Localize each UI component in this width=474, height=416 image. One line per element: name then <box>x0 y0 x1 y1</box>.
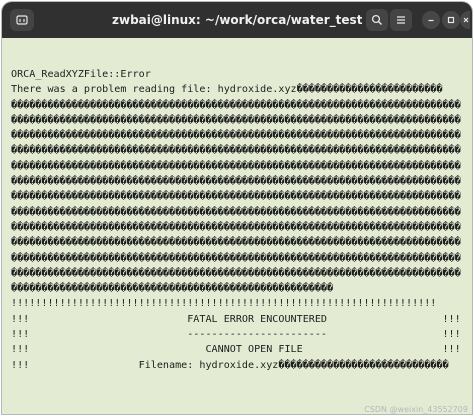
terminal-line: ����������������������������������������… <box>11 206 461 218</box>
terminal-line: ����������������������������������������… <box>11 160 461 172</box>
terminal-line: ����������������������������������������… <box>11 237 461 249</box>
minimize-button[interactable] <box>422 11 440 29</box>
terminal-line: ����������������������������������������… <box>11 191 461 203</box>
title-bar[interactable]: zwbai@linux: ~/work/orca/water_test/wate… <box>2 2 472 38</box>
terminal-window: zwbai@linux: ~/work/orca/water_test/wate… <box>2 2 472 414</box>
terminal-line: ����������������������������������������… <box>11 130 461 142</box>
search-icon <box>371 14 382 25</box>
terminal-line: ����������������������������������������… <box>11 114 461 126</box>
terminal-line: !!! Filename: hydroxide.xyz�������������… <box>11 359 449 371</box>
new-tab-button[interactable] <box>10 9 34 31</box>
terminal-line: There was a problem reading file: hydrox… <box>11 84 443 96</box>
terminal-line: ����������������������������������������… <box>11 283 334 295</box>
terminal-line: !!! CANNOT OPEN FILE !!! <box>11 344 461 356</box>
new-tab-icon <box>16 15 28 25</box>
terminal-line: !!! ----------------------- !!! <box>11 329 461 341</box>
watermark: CSDN @weixin_43552709 <box>364 405 468 414</box>
menu-button[interactable] <box>390 9 412 31</box>
search-button[interactable] <box>366 9 388 31</box>
window-title: zwbai@linux: ~/work/orca/water_test/wate… <box>112 13 362 27</box>
terminal-line: ORCA_ReadXYZFile::Error <box>11 69 151 80</box>
terminal-line: ����������������������������������������… <box>11 145 461 157</box>
terminal-line: ����������������������������������������… <box>11 99 461 111</box>
terminal-line: ����������������������������������������… <box>11 176 461 188</box>
terminal-line: !!! FATAL ERROR ENCOUNTERED !!! <box>11 313 461 325</box>
close-button[interactable] <box>460 11 470 29</box>
terminal-line: ����������������������������������������… <box>11 221 461 233</box>
terminal-line: ����������������������������������������… <box>11 267 461 279</box>
terminal-output[interactable]: ORCA_ReadXYZFile::ErrorThere was a probl… <box>2 38 472 414</box>
terminal-line: !!!!!!!!!!!!!!!!!!!!!!!!!!!!!!!!!!!!!!!!… <box>11 298 437 310</box>
terminal-line: ����������������������������������������… <box>11 252 461 264</box>
hamburger-menu-icon <box>397 16 405 24</box>
minimize-icon <box>428 19 434 22</box>
maximize-icon <box>447 16 455 24</box>
close-icon <box>463 17 469 23</box>
maximize-button[interactable] <box>442 11 460 29</box>
